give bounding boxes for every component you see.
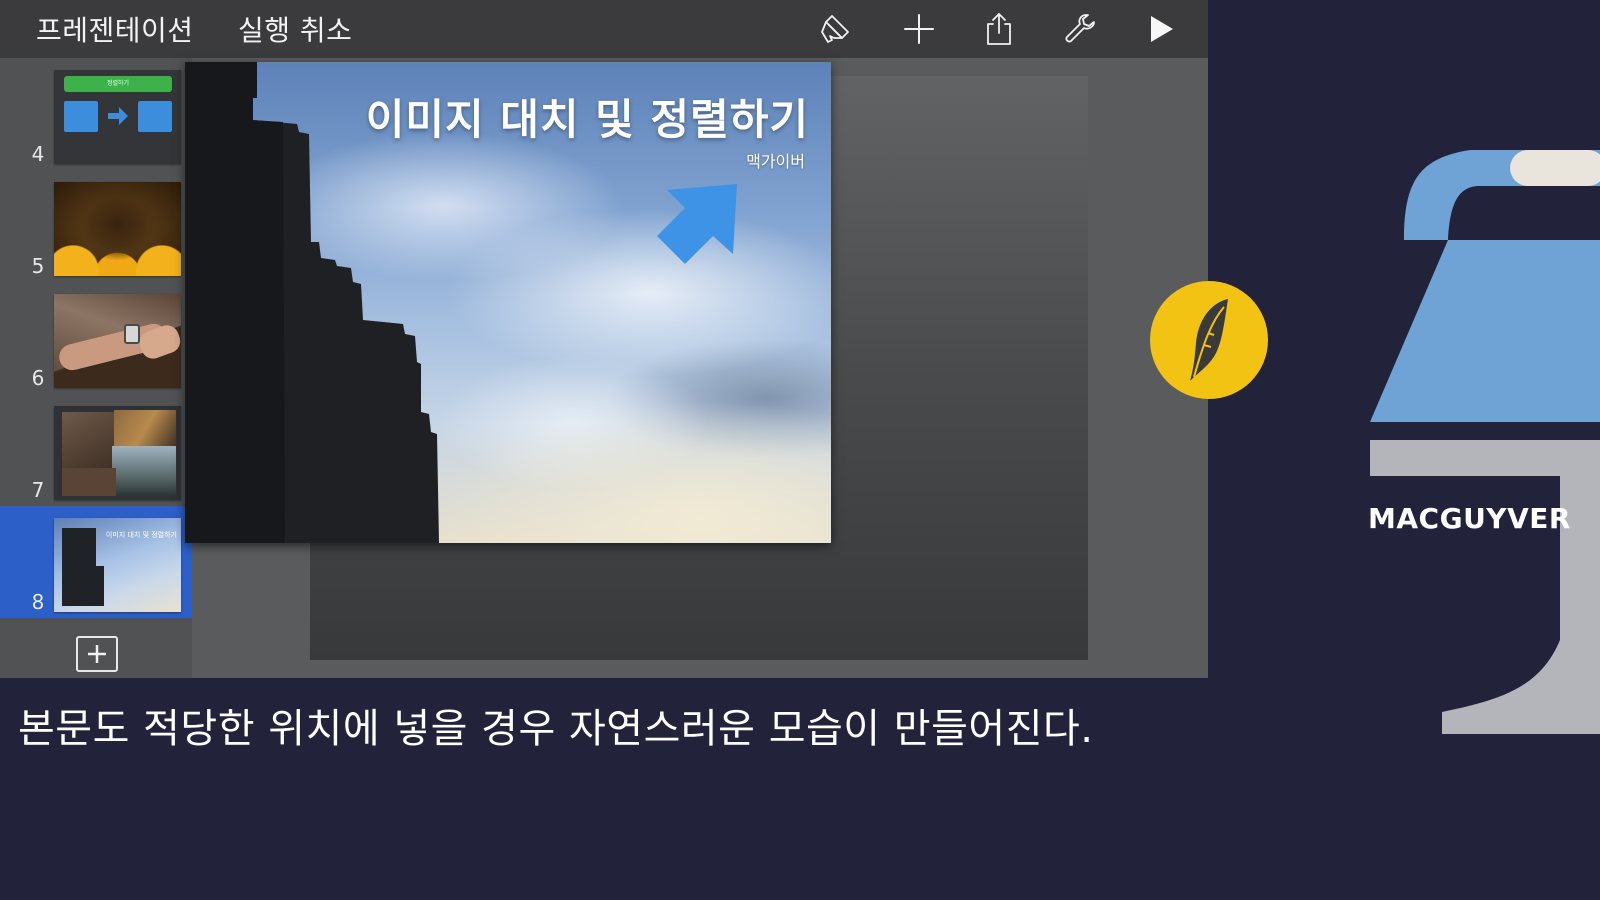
thumbnail-title-bar: 정렬하기 xyxy=(64,76,172,92)
brand-name: MACGUYVER xyxy=(1368,502,1571,535)
thumbnail-building xyxy=(62,528,96,606)
slide-number: 8 xyxy=(31,590,45,614)
slide-thumbnail-5[interactable]: 5 xyxy=(0,170,192,282)
caption-text: 본문도 적당한 위치에 넣을 경우 자연스러운 모습이 만들어진다. xyxy=(18,706,1094,752)
thumbnail-shape xyxy=(138,101,172,132)
thumbnail-image xyxy=(54,406,181,500)
undo-button[interactable]: 실행 취소 xyxy=(238,9,352,49)
slide-thumbnail-4[interactable]: 정렬하기 4 xyxy=(0,58,192,170)
thumbnail-building xyxy=(92,566,104,606)
thumbnail-photo xyxy=(62,468,116,496)
slide-arrow-shape[interactable] xyxy=(651,182,741,274)
presentations-button[interactable]: 프레젠테이션 xyxy=(36,9,194,49)
thumbnail-image: 정렬하기 xyxy=(54,70,181,164)
slide-number: 6 xyxy=(31,366,45,390)
thumbnail-title: 정렬하기 xyxy=(106,80,130,87)
slide-number: 5 xyxy=(31,254,45,278)
thumbnail-watch xyxy=(124,324,140,344)
slide-number: 7 xyxy=(31,478,45,502)
keynote-app-window: 프레젠테이션 실행 취소 정렬하기 4 5 6 7 이미지 대치 및 정렬하기 … xyxy=(0,0,1208,678)
toolbar: 프레젠테이션 실행 취소 xyxy=(0,0,1208,58)
brand-iron-logo xyxy=(1370,150,1600,734)
slide-thumbnail-7[interactable]: 7 xyxy=(0,394,192,506)
thumbnail-title: 이미지 대치 및 정렬하기 xyxy=(105,531,177,539)
thumbnail-photo xyxy=(112,446,176,496)
thumbnail-shape xyxy=(64,101,98,132)
wrench-icon[interactable] xyxy=(1060,10,1100,48)
format-brush-icon[interactable] xyxy=(815,10,855,48)
plus-box-icon xyxy=(88,645,106,663)
play-icon[interactable] xyxy=(1140,10,1180,48)
share-icon[interactable] xyxy=(979,10,1019,48)
thumbnail-image: 이미지 대치 및 정렬하기 xyxy=(54,518,181,612)
slide-navigator: 정렬하기 4 5 6 7 이미지 대치 및 정렬하기 8 xyxy=(0,58,192,678)
slide-subtitle[interactable]: 맥가이버 xyxy=(746,148,805,172)
thumbnail-photo xyxy=(114,410,176,450)
slide-number: 4 xyxy=(31,142,45,166)
slide-thumbnail-8[interactable]: 이미지 대치 및 정렬하기 8 xyxy=(0,506,192,618)
feather-icon xyxy=(1150,281,1268,399)
slide-thumbnail-6[interactable]: 6 xyxy=(0,282,192,394)
thumbnail-image xyxy=(54,182,181,276)
current-slide[interactable]: 이미지 대치 및 정렬하기 맥가이버 xyxy=(185,62,831,543)
plus-icon[interactable] xyxy=(899,10,939,48)
thumbnail-arrow xyxy=(108,107,128,125)
slide-title[interactable]: 이미지 대치 및 정렬하기 xyxy=(366,86,809,147)
add-slide-button[interactable] xyxy=(76,636,118,672)
thumbnail-image xyxy=(54,294,181,388)
